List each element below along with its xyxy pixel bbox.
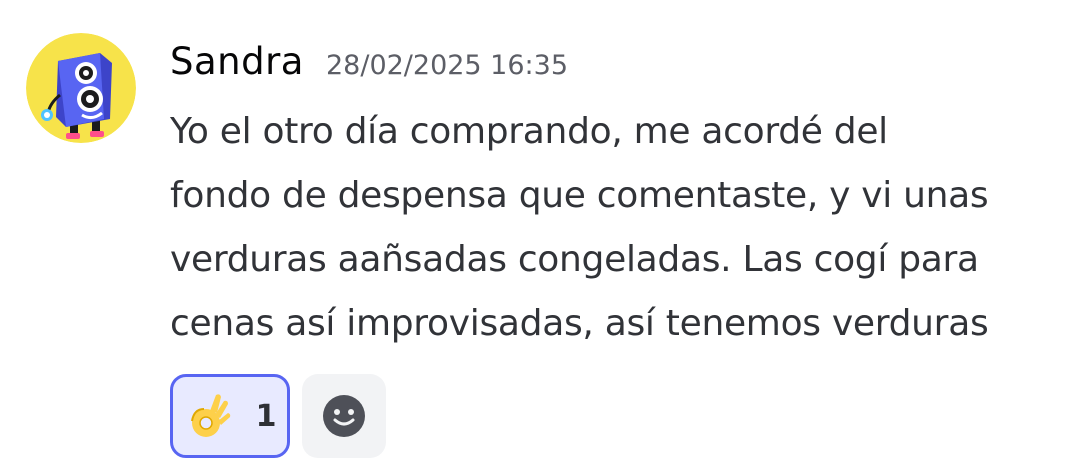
avatar[interactable] bbox=[26, 33, 136, 143]
reactions-bar: 1 bbox=[170, 374, 386, 458]
reaction-count: 1 bbox=[255, 398, 277, 434]
add-reaction-button[interactable] bbox=[302, 374, 386, 458]
chat-message: Sandra 28/02/2025 16:35 Yo el otro día c… bbox=[0, 0, 1073, 470]
message-content: Yo el otro día comprando, me acordé del … bbox=[170, 100, 1050, 356]
timestamp[interactable]: 28/02/2025 16:35 bbox=[326, 50, 568, 81]
message-line: cenas así improvisadas, así tenemos verd… bbox=[170, 303, 989, 344]
smiley-add-reaction-icon bbox=[323, 395, 365, 437]
speaker-character-icon bbox=[26, 33, 136, 143]
message-line: verduras aañsadas congeladas. Las cogí p… bbox=[170, 239, 979, 280]
username[interactable]: Sandra bbox=[170, 40, 304, 83]
message-header: Sandra 28/02/2025 16:35 bbox=[170, 40, 568, 92]
message-line: Yo el otro día comprando, me acordé del bbox=[170, 111, 888, 152]
ok-hand-emoji-icon bbox=[190, 394, 230, 437]
reaction-ok-hand[interactable]: 1 bbox=[170, 374, 290, 458]
message-line: fondo de despensa que comentaste, y vi u… bbox=[170, 175, 989, 216]
